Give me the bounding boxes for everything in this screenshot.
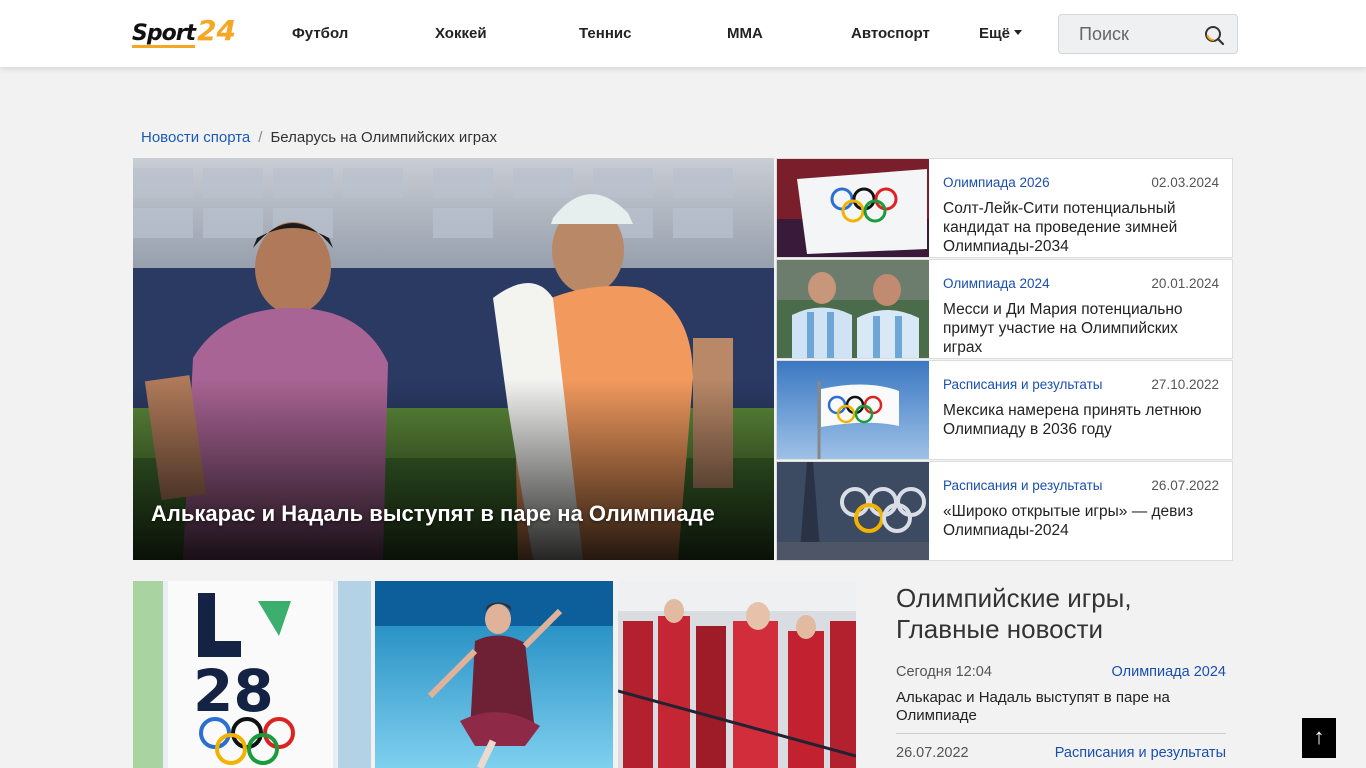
site-logo[interactable]: Sport 24	[132, 14, 237, 48]
svg-text:28: 28	[193, 657, 274, 725]
breadcrumb: Новости спорта / Беларусь на Олимпийских и…	[141, 128, 497, 148]
nav-more-label: Ещё	[979, 25, 1011, 42]
side-news-category[interactable]: Олимпиада 2026	[943, 175, 1050, 190]
side-news-item[interactable]: Расписания и результаты 26.07.2022 «Широ…	[776, 461, 1233, 561]
main-news-item[interactable]: Сегодня 12:04 Олимпиада 2024 Алькарас и …	[896, 664, 1226, 734]
side-news-thumbnail	[777, 159, 929, 257]
side-news-item[interactable]: Олимпиада 2026 02.03.2024 Солт-Лейк-Сити…	[776, 158, 1233, 258]
news-category-link[interactable]: Олимпиада 2024	[1112, 664, 1226, 680]
news-divider	[896, 733, 1226, 734]
hero-title: Алькарас и Надаль выступят в паре на Оли…	[151, 501, 715, 526]
news-title-link[interactable]: Алькарас и Надаль выступят в паре на Оли…	[896, 689, 1226, 725]
news-category-link[interactable]: Расписания и результаты	[1055, 745, 1226, 761]
news-card[interactable]	[618, 581, 856, 768]
main-news-heading: Олимпийские игры, Главные новости	[896, 583, 1132, 644]
nav-football[interactable]: Футбол	[292, 24, 348, 44]
nav-hockey[interactable]: Хоккей	[435, 24, 487, 44]
chevron-down-icon	[1014, 29, 1023, 35]
side-news-title: «Широко открытые игры» — девиз Олимпиады…	[943, 503, 1194, 539]
nav-more-dropdown[interactable]: Ещё	[979, 24, 1023, 44]
hero-article[interactable]: Алькарас и Надаль выступят в паре на Оли…	[133, 158, 774, 560]
side-news-date: 26.07.2022	[1151, 478, 1219, 493]
side-news-title: Мексика намерена принять летнюю Олимпиад…	[943, 402, 1202, 438]
side-news-category[interactable]: Олимпиада 2024	[943, 276, 1050, 291]
scroll-to-top-button[interactable]: ↑	[1302, 718, 1336, 758]
side-news-thumbnail	[777, 462, 929, 560]
side-news-title: Месси и Ди Мария потенциально примут уча…	[943, 301, 1183, 356]
side-news-title: Солт-Лейк-Сити потенциальный кандидат на…	[943, 200, 1178, 255]
logo-sport-text: Sport	[132, 21, 196, 48]
side-news-date: 27.10.2022	[1151, 377, 1219, 392]
news-card[interactable]: 28	[133, 581, 371, 768]
main-news-item[interactable]: 26.07.2022 Расписания и результаты	[896, 745, 1226, 767]
breadcrumb-current: Беларусь на Олимпийских играх	[270, 129, 497, 146]
nav-mma[interactable]: ММА	[727, 24, 763, 44]
news-card[interactable]	[375, 581, 613, 768]
nav-tennis[interactable]: Теннис	[579, 24, 631, 44]
side-news-date: 20.01.2024	[1151, 276, 1219, 291]
side-news-date: 02.03.2024	[1151, 175, 1219, 190]
news-time: Сегодня 12:04	[896, 664, 992, 680]
search-input[interactable]	[1059, 15, 1199, 53]
search-icon[interactable]	[1203, 24, 1225, 46]
logo-24-text: 24	[197, 14, 237, 47]
news-card-image	[618, 581, 856, 768]
side-news-item[interactable]: Олимпиада 2024 20.01.2024 Месси и Ди Мар…	[776, 259, 1233, 359]
news-card-image	[375, 581, 613, 768]
search-box	[1058, 14, 1238, 54]
nav-motorsport[interactable]: Автоспорт	[851, 24, 930, 44]
breadcrumb-separator: /	[258, 129, 263, 146]
side-news-category[interactable]: Расписания и результаты	[943, 377, 1102, 392]
side-news-item[interactable]: Расписания и результаты 27.10.2022 Мекси…	[776, 360, 1233, 460]
side-news-category[interactable]: Расписания и результаты	[943, 478, 1102, 493]
news-card-image: 28	[133, 581, 371, 768]
site-header: Sport 24 Футбол Хоккей Теннис ММА Автосп…	[0, 0, 1366, 67]
side-news-thumbnail	[777, 361, 929, 459]
side-news-thumbnail	[777, 260, 929, 358]
breadcrumb-home-link[interactable]: Новости спорта	[141, 129, 250, 146]
news-time: 26.07.2022	[896, 745, 969, 761]
